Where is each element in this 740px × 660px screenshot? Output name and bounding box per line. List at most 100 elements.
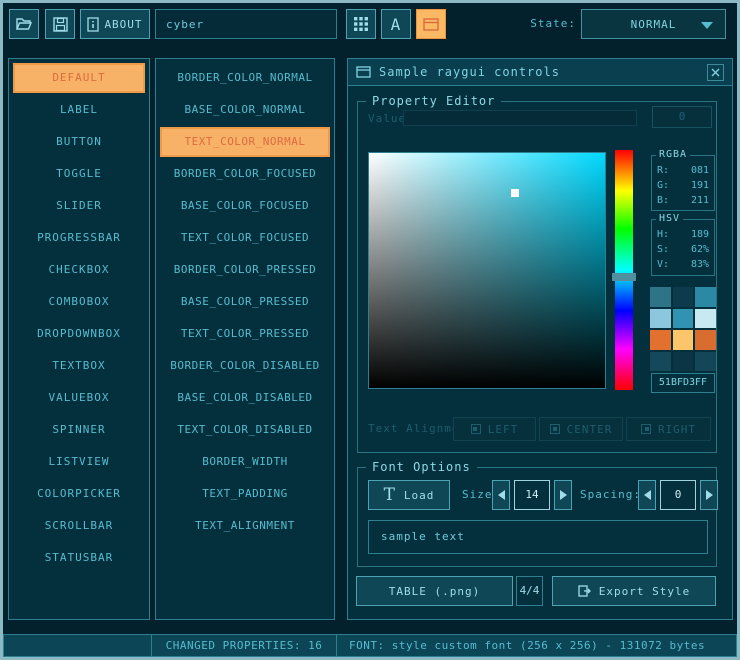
control-list-item[interactable]: LISTVIEW bbox=[13, 447, 145, 477]
property-list-item[interactable]: TEXT_COLOR_PRESSED bbox=[160, 319, 330, 349]
property-list-item[interactable]: BORDER_COLOR_FOCUSED bbox=[160, 159, 330, 189]
open-style-button[interactable] bbox=[9, 9, 39, 39]
controls-list: DEFAULT LABEL BUTTON TOGGLE SLIDER PROGR… bbox=[8, 58, 150, 620]
align-left-label: LEFT bbox=[488, 423, 519, 436]
color-swatch[interactable] bbox=[695, 352, 716, 372]
sample-window-title: Sample raygui controls bbox=[379, 65, 560, 79]
control-list-item[interactable]: DROPDOWNBOX bbox=[13, 319, 145, 349]
property-list-item[interactable]: TEXT_PADDING bbox=[160, 479, 330, 509]
align-center-icon bbox=[550, 424, 560, 434]
chevron-down-icon bbox=[701, 22, 713, 29]
changed-properties-status: CHANGED PROPERTIES: 16 bbox=[151, 634, 337, 657]
spacing-increment-button[interactable] bbox=[700, 480, 718, 510]
property-list-item[interactable]: BASE_COLOR_DISABLED bbox=[160, 383, 330, 413]
align-center-label: CENTER bbox=[567, 423, 613, 436]
control-list-item[interactable]: SCROLLBAR bbox=[13, 511, 145, 541]
text-alignment-label: Text Alignmen bbox=[368, 422, 454, 435]
align-center-button[interactable]: CENTER bbox=[539, 417, 623, 441]
spacing-decrement-button[interactable] bbox=[638, 480, 656, 510]
control-list-item[interactable]: BUTTON bbox=[13, 127, 145, 157]
close-button[interactable] bbox=[707, 64, 724, 81]
control-list-item[interactable]: SPINNER bbox=[13, 415, 145, 445]
folder-open-icon bbox=[16, 17, 32, 31]
control-list-item[interactable]: TOGGLE bbox=[13, 159, 145, 189]
load-font-button[interactable]: T Load bbox=[368, 480, 450, 510]
size-value[interactable]: 14 bbox=[514, 480, 550, 510]
property-list-item[interactable]: BASE_COLOR_NORMAL bbox=[160, 95, 330, 125]
value-input[interactable] bbox=[403, 110, 637, 126]
control-list-item[interactable]: COMBOBOX bbox=[13, 287, 145, 317]
export-icon bbox=[578, 584, 591, 598]
value-spinner-button[interactable]: 0 bbox=[652, 106, 712, 128]
property-list-item[interactable]: BASE_COLOR_FOCUSED bbox=[160, 191, 330, 221]
font-t-icon: T bbox=[384, 487, 396, 504]
color-swatch[interactable] bbox=[650, 330, 671, 350]
control-list-item[interactable]: VALUEBOX bbox=[13, 383, 145, 413]
control-list-item[interactable]: LABEL bbox=[13, 95, 145, 125]
color-swatch[interactable] bbox=[673, 330, 694, 350]
save-style-button[interactable] bbox=[45, 9, 75, 39]
property-list-item[interactable]: BORDER_WIDTH bbox=[160, 447, 330, 477]
h-label: H: bbox=[657, 227, 669, 242]
property-list-item[interactable]: TEXT_COLOR_FOCUSED bbox=[160, 223, 330, 253]
property-list-item[interactable]: TEXT_ALIGNMENT bbox=[160, 511, 330, 541]
color-swatch[interactable] bbox=[650, 287, 671, 307]
hue-slider-handle[interactable] bbox=[612, 273, 636, 281]
spacing-value[interactable]: 0 bbox=[660, 480, 696, 510]
control-list-item[interactable]: STATUSBAR bbox=[13, 543, 145, 573]
font-a-icon: A bbox=[391, 15, 402, 34]
color-swatch[interactable] bbox=[673, 287, 694, 307]
controls-view-button[interactable] bbox=[416, 9, 446, 39]
control-list-item[interactable]: PROGRESSBAR bbox=[13, 223, 145, 253]
properties-list: BORDER_COLOR_NORMAL BASE_COLOR_NORMAL TE… bbox=[155, 58, 335, 620]
font-view-button[interactable]: A bbox=[381, 9, 411, 39]
property-list-item[interactable]: BORDER_COLOR_NORMAL bbox=[160, 63, 330, 93]
s-label: S: bbox=[657, 242, 669, 257]
color-swatch[interactable] bbox=[673, 309, 694, 329]
spacing-label: Spacing: bbox=[580, 480, 641, 510]
font-info-status: FONT: style custom font (256 x 256) - 13… bbox=[336, 634, 737, 657]
color-swatch[interactable] bbox=[695, 309, 716, 329]
arrow-right-icon bbox=[560, 490, 567, 500]
color-swatch[interactable] bbox=[650, 309, 671, 329]
color-cursor[interactable] bbox=[511, 189, 519, 197]
export-style-label: Export Style bbox=[599, 585, 690, 598]
control-list-item[interactable]: TEXTBOX bbox=[13, 351, 145, 381]
b-label: B: bbox=[657, 193, 669, 208]
hex-color-input[interactable]: 51BFD3FF bbox=[651, 373, 715, 393]
state-dropdown[interactable]: NORMAL bbox=[581, 9, 726, 39]
color-swatch[interactable] bbox=[673, 352, 694, 372]
control-list-item[interactable]: COLORPICKER bbox=[13, 479, 145, 509]
color-swatch[interactable] bbox=[650, 352, 671, 372]
window-icon bbox=[356, 66, 371, 78]
property-list-item[interactable]: TEXT_COLOR_DISABLED bbox=[160, 415, 330, 445]
sample-text-box[interactable]: sample text bbox=[368, 520, 708, 554]
statusbar: CHANGED PROPERTIES: 16 FONT: style custo… bbox=[3, 634, 737, 657]
align-right-label: RIGHT bbox=[658, 423, 696, 436]
style-name-input[interactable] bbox=[155, 9, 337, 39]
about-button[interactable]: ABOUT bbox=[80, 9, 150, 39]
align-right-button[interactable]: RIGHT bbox=[626, 417, 711, 441]
hue-slider[interactable] bbox=[615, 150, 633, 390]
close-icon bbox=[711, 68, 720, 77]
color-swatch[interactable] bbox=[695, 330, 716, 350]
align-left-button[interactable]: LEFT bbox=[453, 417, 536, 441]
color-picker-panel[interactable] bbox=[368, 152, 606, 389]
export-style-button[interactable]: Export Style bbox=[552, 576, 716, 606]
load-font-label: Load bbox=[404, 489, 435, 502]
size-increment-button[interactable] bbox=[554, 480, 572, 510]
property-list-item[interactable]: BASE_COLOR_PRESSED bbox=[160, 287, 330, 317]
control-list-item[interactable]: DEFAULT bbox=[13, 63, 145, 93]
table-export-button[interactable]: TABLE (.png) bbox=[356, 576, 513, 606]
table-view-button[interactable] bbox=[346, 9, 376, 39]
property-list-item[interactable]: BORDER_COLOR_PRESSED bbox=[160, 255, 330, 285]
color-swatch[interactable] bbox=[695, 287, 716, 307]
property-list-item[interactable]: TEXT_COLOR_NORMAL bbox=[160, 127, 330, 157]
control-list-item[interactable]: SLIDER bbox=[13, 191, 145, 221]
property-list-item[interactable]: BORDER_COLOR_DISABLED bbox=[160, 351, 330, 381]
v-label: V: bbox=[657, 257, 669, 272]
property-editor-group-label: Property Editor bbox=[366, 94, 501, 109]
control-list-item[interactable]: CHECKBOX bbox=[13, 255, 145, 285]
sample-window-titlebar[interactable]: Sample raygui controls bbox=[348, 59, 732, 86]
size-decrement-button[interactable] bbox=[492, 480, 510, 510]
